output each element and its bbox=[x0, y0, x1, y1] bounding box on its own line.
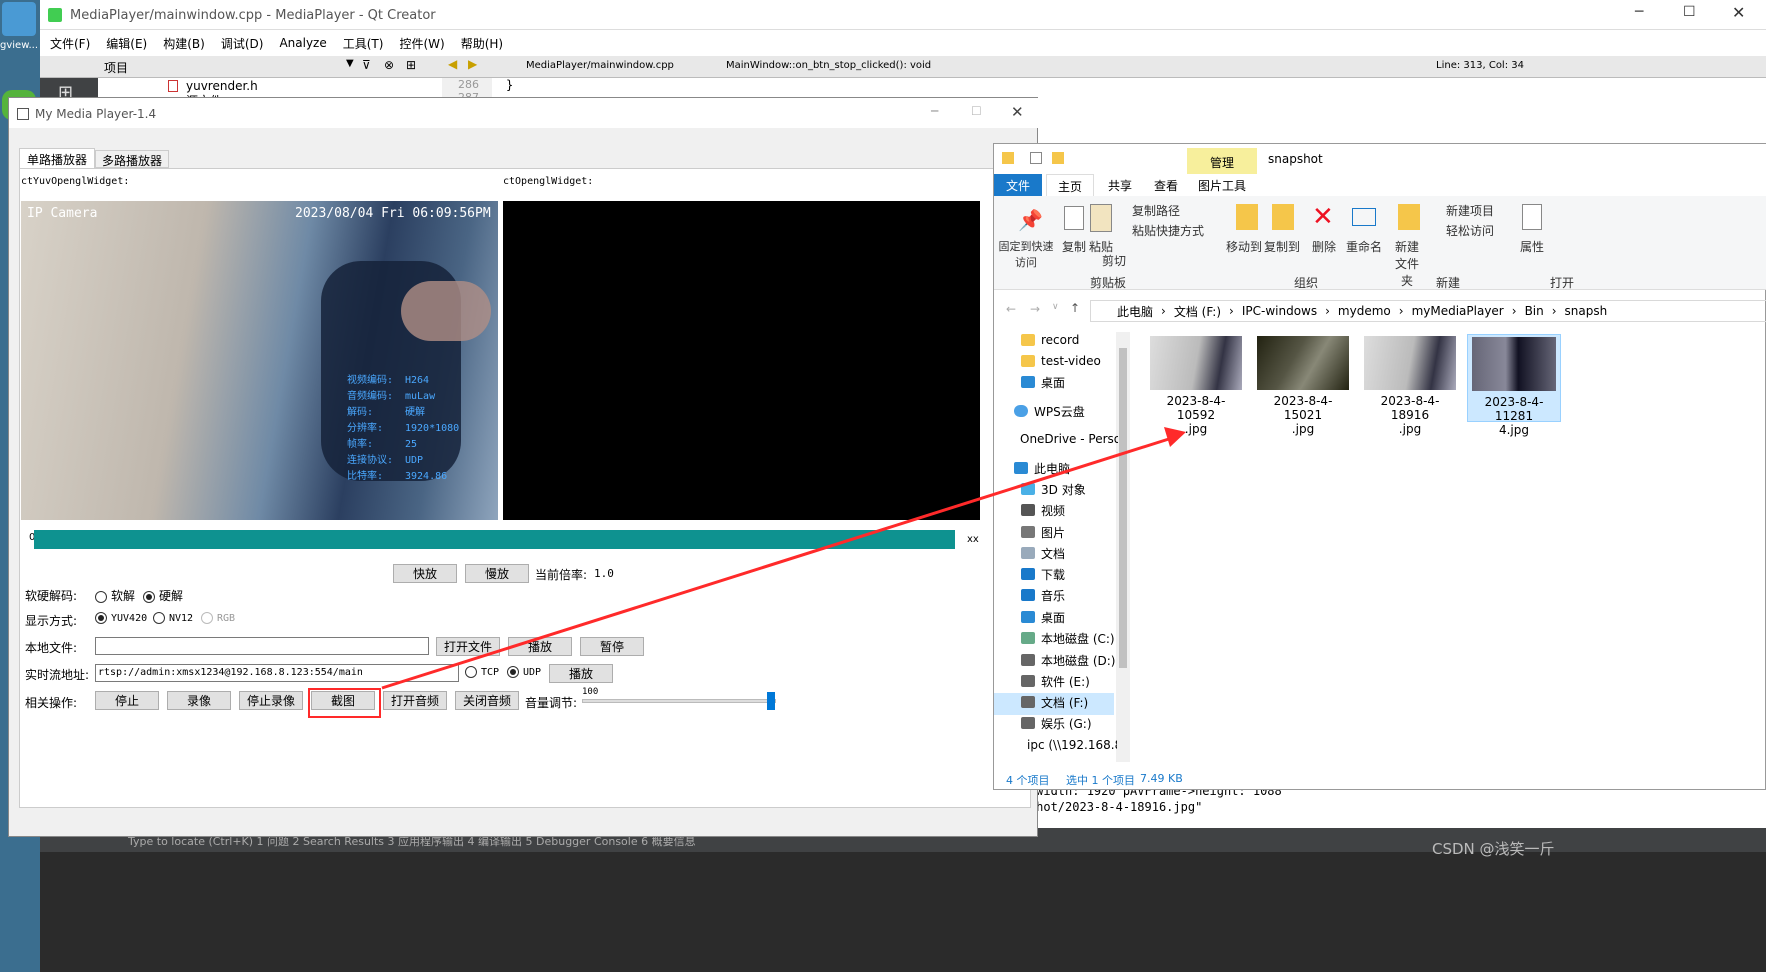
annotation-arrow bbox=[381, 427, 1186, 690]
watermark: CSDN @浅笑一斤 bbox=[1432, 840, 1555, 858]
